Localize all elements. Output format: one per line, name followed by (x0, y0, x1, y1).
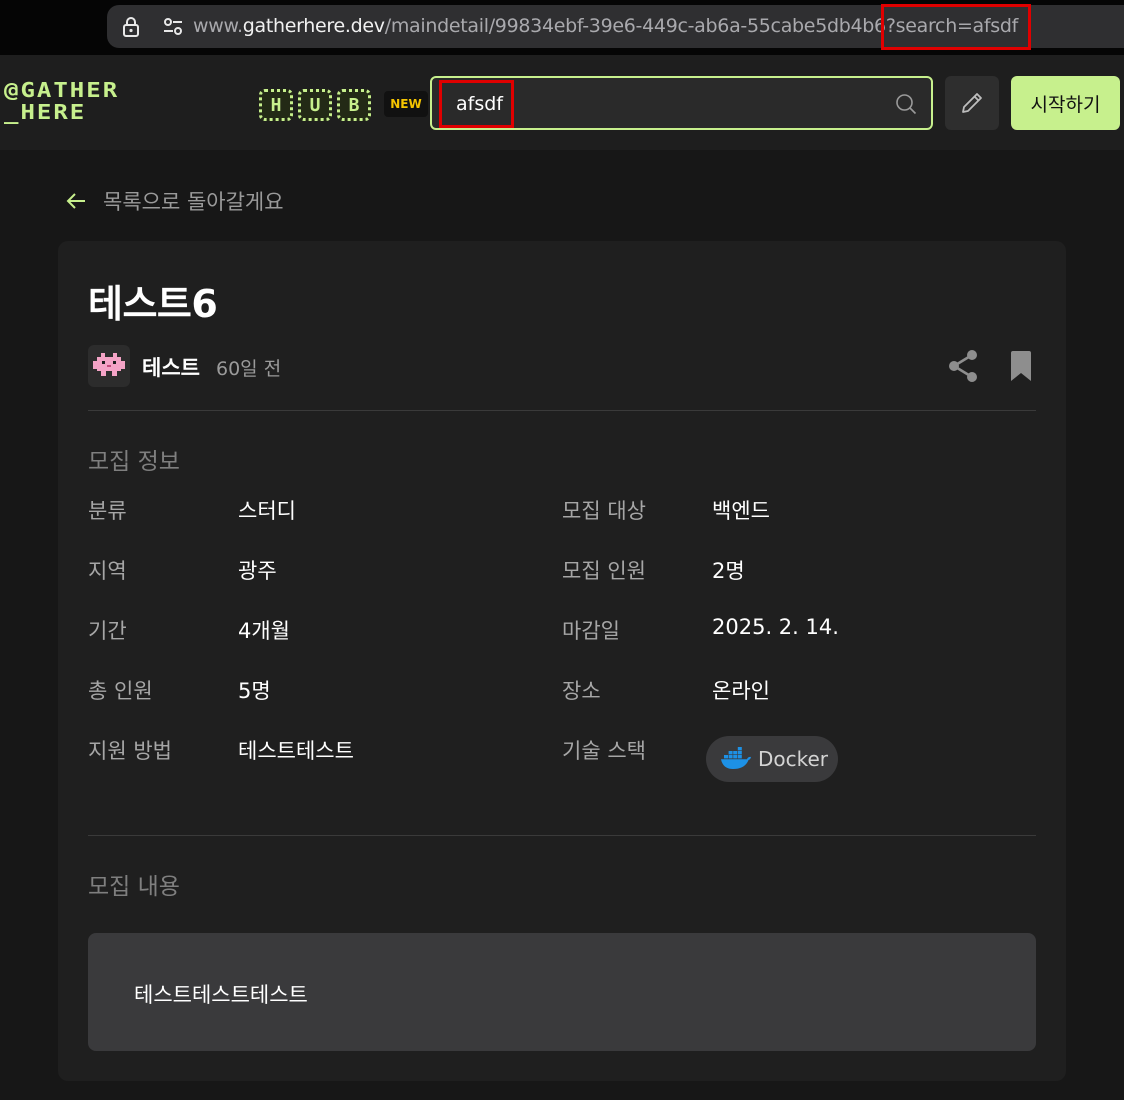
info-label-region: 지역 (88, 559, 127, 583)
author-name[interactable]: 테스트 (142, 352, 200, 382)
info-label-recruit-count: 모집 인원 (562, 559, 646, 583)
pixel-creature-icon (93, 353, 125, 376)
url-host-prefix: www. (193, 15, 243, 37)
tech-chip-docker[interactable]: Docker (706, 736, 838, 782)
hub-logo[interactable]: H U B (259, 89, 371, 121)
arrow-left-icon (66, 193, 85, 209)
info-label-total-members: 총 인원 (88, 679, 153, 703)
pencil-icon (962, 93, 982, 113)
hub-letter: B (337, 89, 371, 121)
info-value-period: 4개월 (238, 619, 291, 643)
bookmark-icon[interactable] (1010, 351, 1032, 381)
info-value-category: 스터디 (238, 499, 296, 523)
post-title: 테스트6 (88, 282, 218, 326)
info-label-period: 기간 (88, 619, 127, 643)
info-label-category: 분류 (88, 499, 127, 523)
info-value-location: 온라인 (712, 679, 770, 703)
divider (88, 835, 1036, 836)
search-icon[interactable] (895, 93, 917, 115)
info-value-target: 백엔드 (712, 499, 770, 523)
recruit-content-body: 테스트테스트테스트 (134, 983, 308, 1007)
info-label-tech-stack: 기술 스택 (562, 739, 646, 763)
start-button[interactable]: 시작하기 (1011, 76, 1120, 130)
lock-icon[interactable] (121, 16, 141, 38)
site-settings-icon[interactable] (162, 16, 184, 38)
recruit-content-box: 테스트테스트테스트 (88, 933, 1036, 1051)
info-value-recruit-count: 2명 (712, 559, 745, 583)
site-logo[interactable]: @GATHER _HERE (4, 78, 120, 125)
back-link-label: 목록으로 돌아갈게요 (103, 190, 284, 214)
divider (88, 410, 1036, 411)
new-badge: NEW (384, 91, 428, 117)
logo-line-1: @GATHER (4, 78, 120, 103)
url-host: gatherhere.dev (242, 15, 385, 37)
hub-letter: U (298, 89, 332, 121)
back-to-list-link[interactable]: 목록으로 돌아갈게요 (65, 186, 284, 216)
avatar[interactable] (88, 345, 130, 387)
recruit-info-title: 모집 정보 (88, 449, 180, 475)
url-query-highlight (881, 4, 1031, 50)
info-label-location: 장소 (562, 679, 601, 703)
info-value-region: 광주 (238, 559, 277, 583)
hub-letter: H (259, 89, 293, 121)
info-label-target: 모집 대상 (562, 499, 646, 523)
tech-chip-label: Docker (758, 747, 829, 771)
docker-icon (721, 747, 751, 769)
logo-line-2: _HERE (4, 100, 87, 125)
post-detail-card: 테스트6 테스트 60일 전 모집 정보 분류 스터디 지역 광주 기간 4개월 (58, 241, 1066, 1081)
site-header: @GATHER _HERE H U B NEW afsdf 시작하기 (0, 55, 1124, 150)
info-value-deadline: 2025. 2. 14. (712, 615, 839, 639)
post-timestamp: 60일 전 (216, 358, 282, 380)
recruit-content-title: 모집 내용 (88, 874, 180, 900)
info-value-apply-method: 테스트테스트 (238, 739, 354, 763)
info-label-deadline: 마감일 (562, 619, 620, 643)
info-value-total-members: 5명 (238, 679, 271, 703)
search-value-highlight (439, 80, 514, 128)
info-label-apply-method: 지원 방법 (88, 739, 172, 763)
share-icon[interactable] (947, 349, 979, 383)
write-post-button[interactable] (945, 76, 999, 130)
